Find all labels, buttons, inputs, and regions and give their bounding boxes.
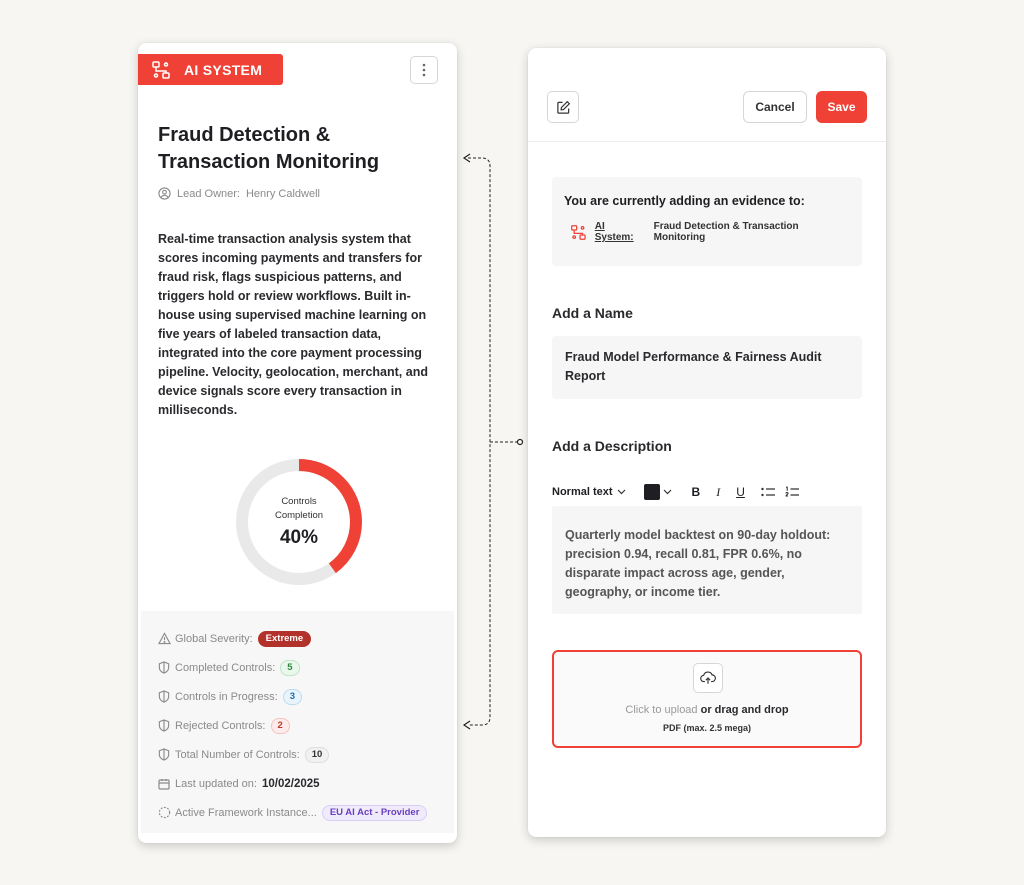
- upload-instructions: Click to upload or drag and drop: [554, 704, 860, 716]
- context-ref-label[interactable]: AI System:: [595, 221, 646, 243]
- shield-icon: [157, 661, 171, 675]
- donut-label: Controls Completion: [274, 496, 324, 521]
- warning-icon: [157, 632, 171, 646]
- updated-date: 10/02/2025: [261, 777, 320, 790]
- ai-system-card: AI SYSTEM Fraud Detection & Transaction …: [138, 43, 457, 843]
- connector-line: [468, 157, 491, 726]
- numbered-list-button[interactable]: [785, 486, 799, 498]
- text-format-label: Normal text: [552, 486, 613, 498]
- severity-label: Global Severity:: [175, 632, 253, 645]
- file-upload-dropzone[interactable]: Click to upload or drag and drop PDF (ma…: [552, 650, 862, 748]
- upload-hint: PDF (max. 2.5 mega): [662, 723, 752, 733]
- stat-total-controls: Total Number of Controls: 10: [157, 740, 454, 769]
- description-heading: Add a Description: [552, 438, 672, 454]
- context-ref-value: Fraud Detection & Transaction Monitoring: [653, 221, 799, 243]
- owner-label: Lead Owner:: [177, 187, 240, 200]
- user-icon: [158, 187, 171, 200]
- add-evidence-form: Cancel Save You are currently adding an …: [528, 48, 886, 837]
- completed-label: Completed Controls:: [175, 661, 276, 674]
- chevron-down-icon: [663, 489, 671, 495]
- evidence-name-input[interactable]: Fraud Model Performance & Fairness Audit…: [552, 336, 862, 399]
- stat-controls-in-progress: Controls in Progress: 3: [157, 682, 454, 711]
- total-count: 10: [304, 746, 330, 763]
- save-button[interactable]: Save: [816, 91, 867, 123]
- owner-name: Henry Caldwell: [245, 187, 320, 200]
- framework-label: Active Framework Instance...: [175, 806, 317, 819]
- system-description: Real-time transaction analysis system th…: [158, 232, 428, 417]
- more-options-button[interactable]: [410, 56, 438, 84]
- calendar-icon: [157, 777, 171, 791]
- rich-text-toolbar: Normal text B I U: [552, 482, 862, 502]
- upload-button[interactable]: [693, 663, 723, 693]
- chevron-down-icon: [617, 489, 625, 495]
- shield-icon: [157, 719, 171, 733]
- rejected-count: 2: [270, 717, 290, 734]
- stat-rejected-controls: Rejected Controls: 2: [157, 711, 454, 740]
- updated-label: Last updated on:: [175, 777, 257, 790]
- text-format-dropdown[interactable]: Normal text: [552, 486, 626, 498]
- arrow-bottom: [462, 720, 471, 730]
- edit-icon: [556, 100, 570, 114]
- bullet-list-icon: [761, 487, 775, 497]
- total-label: Total Number of Controls:: [175, 748, 300, 761]
- ai-system-badge: AI SYSTEM: [138, 54, 283, 85]
- stat-completed-controls: Completed Controls: 5: [157, 653, 454, 682]
- donut-center: Controls Completion 40%: [232, 455, 366, 589]
- in-progress-label: Controls in Progress:: [175, 690, 278, 703]
- evidence-description-input[interactable]: Quarterly model backtest on 90-day holdo…: [552, 506, 862, 614]
- ai-system-icon: [152, 60, 170, 79]
- context-title: You are currently adding an evidence to:: [564, 194, 805, 208]
- connector-node: [516, 438, 524, 446]
- edit-button[interactable]: [547, 91, 579, 123]
- badge-label: AI SYSTEM: [184, 61, 263, 78]
- form-toolbar: Cancel Save: [528, 48, 886, 142]
- shield-icon: [157, 690, 171, 704]
- drag-drop-text: or drag and drop: [700, 704, 789, 716]
- cloud-upload-icon: [700, 671, 716, 684]
- framework-icon: [157, 806, 171, 820]
- ai-system-icon: [571, 224, 586, 240]
- context-reference: AI System: Fraud Detection & Transaction…: [564, 221, 850, 243]
- in-progress-count: 3: [282, 688, 303, 705]
- kebab-icon: [422, 63, 426, 77]
- donut-value: 40%: [279, 527, 319, 548]
- shield-icon: [157, 748, 171, 762]
- click-to-upload-link[interactable]: Click to upload: [625, 704, 697, 716]
- name-heading: Add a Name: [552, 305, 633, 321]
- rejected-label: Rejected Controls:: [175, 719, 266, 732]
- cancel-button[interactable]: Cancel: [743, 91, 807, 123]
- framework-badge[interactable]: EU AI Act - Provider: [321, 804, 428, 821]
- stats-panel: Global Severity: Extreme Completed Contr…: [141, 611, 454, 833]
- system-title: Fraud Detection & Transaction Monitoring: [158, 124, 380, 173]
- completed-count: 5: [280, 659, 300, 676]
- stat-active-framework: Active Framework Instance... EU AI Act -…: [157, 798, 454, 827]
- color-dropdown[interactable]: [663, 489, 672, 495]
- lead-owner: Lead Owner: Henry Caldwell: [158, 187, 320, 200]
- severity-badge: Extreme: [257, 630, 312, 647]
- evidence-context: You are currently adding an evidence to:…: [552, 177, 862, 266]
- stat-global-severity: Global Severity: Extreme: [157, 624, 454, 653]
- bold-button[interactable]: B: [692, 485, 701, 499]
- bullet-list-button[interactable]: [761, 486, 775, 498]
- underline-button[interactable]: U: [736, 485, 745, 499]
- text-color-swatch[interactable]: [643, 484, 660, 500]
- numbered-list-icon: [785, 486, 799, 497]
- link-connector: [462, 153, 524, 730]
- italic-button[interactable]: I: [716, 485, 720, 500]
- stat-last-updated: Last updated on: 10/02/2025: [157, 769, 454, 798]
